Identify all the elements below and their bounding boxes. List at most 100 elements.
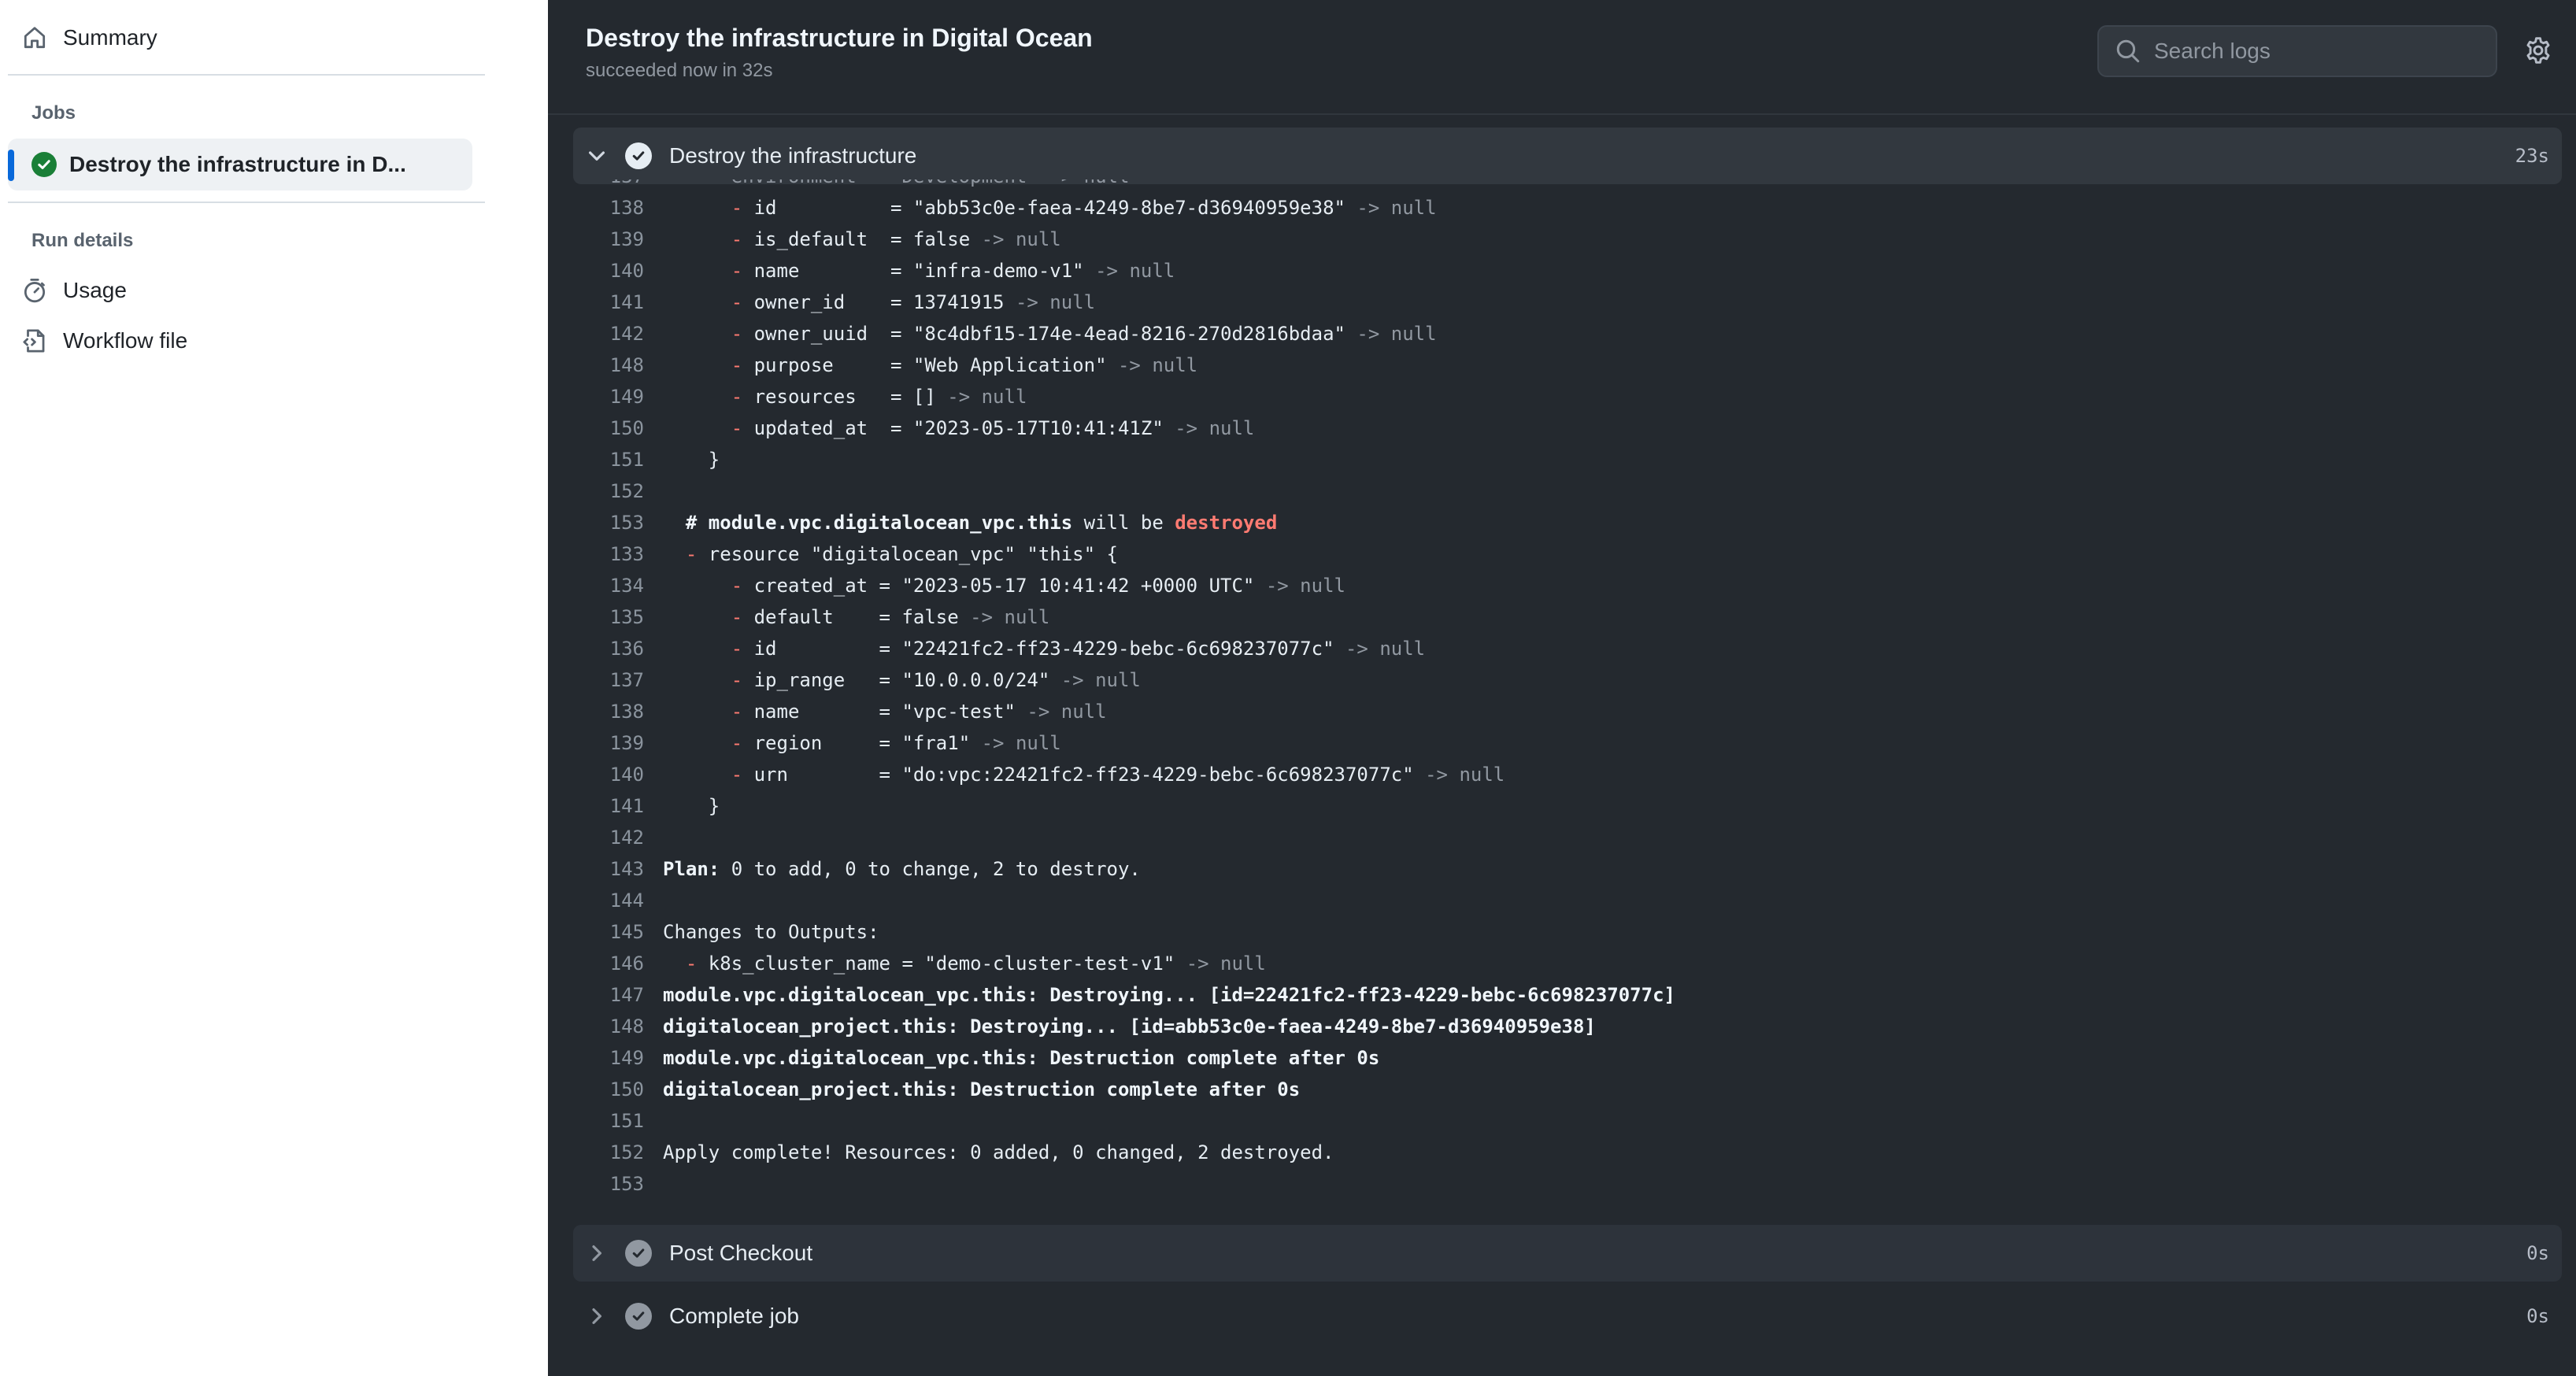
log-line: 153	[573, 1168, 2562, 1200]
log-line: 137 - ip_range = "10.0.0.0/24" -> null	[573, 664, 2562, 696]
line-number[interactable]: 147	[573, 979, 644, 1011]
line-number[interactable]: 138	[573, 192, 644, 224]
log-segment: id = "22421fc2-ff23-4229-bebc-6c69823707…	[742, 638, 1345, 660]
line-number[interactable]: 135	[573, 601, 644, 633]
log-segment: }	[663, 795, 720, 817]
summary-link[interactable]: Summary	[19, 16, 157, 60]
step-post-checkout[interactable]: Post Checkout 0s	[573, 1225, 2562, 1282]
log-text: - name = "vpc-test" -> null	[663, 701, 1107, 723]
log-segment	[663, 228, 731, 250]
log-segment: -> null	[1356, 197, 1437, 219]
line-number[interactable]: 140	[573, 255, 644, 287]
log-line: 148 digitalocean_project.this: Destroying…	[573, 1011, 2562, 1042]
step-complete-job[interactable]: Complete job 0s	[573, 1288, 2562, 1345]
summary-label: Summary	[63, 25, 157, 50]
log-segment: updated_at = "2023-05-17T10:41:41Z"	[742, 417, 1175, 439]
line-number[interactable]: 143	[573, 853, 644, 885]
log-text: - purpose = "Web Application" -> null	[663, 354, 1197, 376]
line-number[interactable]: 137	[573, 179, 644, 192]
log-segment: -	[731, 575, 743, 597]
chevron-right-icon	[592, 1308, 601, 1324]
line-number[interactable]: 142	[573, 822, 644, 853]
line-number[interactable]: 148	[573, 1011, 644, 1042]
log-segment: digitalocean_project.this: Destroying...…	[663, 1015, 1596, 1038]
log-segment: 0 to add, 0 to change, 2 to destroy.	[720, 858, 1141, 880]
log-segment: -	[731, 606, 743, 628]
log-segment: -	[731, 638, 743, 660]
line-number[interactable]: 149	[573, 381, 644, 412]
step-duration: 0s	[2526, 1242, 2549, 1264]
log-segment: environment = "Development" -> null	[663, 179, 1130, 187]
line-number[interactable]: 142	[573, 318, 644, 350]
log-panel: Destroy the infrastructure in Digital Oc…	[548, 0, 2576, 1376]
log-segment: will be	[1072, 512, 1175, 534]
line-number[interactable]: 152	[573, 475, 644, 507]
log-segment: -	[731, 228, 743, 250]
log-text: digitalocean_project.this: Destruction c…	[663, 1078, 1300, 1100]
line-number[interactable]: 153	[573, 507, 644, 538]
header-divider	[548, 113, 2576, 115]
log-segment: -	[731, 701, 743, 723]
log-segment: -> null	[947, 386, 1027, 408]
log-segment: ip_range = "10.0.0.0/24"	[742, 669, 1061, 691]
line-number[interactable]: 145	[573, 916, 644, 948]
log-segment: -> null	[1186, 952, 1266, 975]
log-text: - name = "infra-demo-v1" -> null	[663, 260, 1175, 282]
log-text: module.vpc.digitalocean_vpc.this: Destru…	[663, 1047, 1379, 1069]
line-number[interactable]: 137	[573, 664, 644, 696]
log-segment: -	[731, 764, 743, 786]
chevron-down-icon	[589, 151, 605, 161]
workflow-file-link[interactable]: Workflow file	[19, 319, 187, 363]
line-number[interactable]: 139	[573, 727, 644, 759]
log-text: module.vpc.digitalocean_vpc.this: Destro…	[663, 984, 1675, 1006]
log-segment: name = "vpc-test"	[742, 701, 1027, 723]
usage-link[interactable]: Usage	[19, 268, 127, 313]
log-text: Plan: 0 to add, 0 to change, 2 to destro…	[663, 858, 1141, 880]
log-segment	[663, 701, 731, 723]
line-number[interactable]: 151	[573, 1105, 644, 1137]
log-segment	[663, 575, 731, 597]
line-number[interactable]: 140	[573, 759, 644, 790]
log-segment: -> null	[1117, 354, 1198, 376]
job-item-destroy[interactable]: Destroy the infrastructure in D...	[8, 139, 472, 190]
log-text: - owner_id = 13741915 -> null	[663, 291, 1095, 313]
log-text: digitalocean_project.this: Destroying...…	[663, 1015, 1596, 1038]
log-segment: -	[731, 260, 743, 282]
gear-icon[interactable]	[2524, 36, 2552, 65]
line-number[interactable]: 144	[573, 885, 644, 916]
line-number[interactable]: 139	[573, 224, 644, 255]
log-segment: -> null	[1175, 417, 1255, 439]
line-number[interactable]: 141	[573, 287, 644, 318]
line-number[interactable]: 138	[573, 696, 644, 727]
log-segment: created_at = "2023-05-17 10:41:42 +0000 …	[742, 575, 1266, 597]
line-number[interactable]: 150	[573, 412, 644, 444]
log-segment: owner_id = 13741915	[742, 291, 1016, 313]
log-text: }	[663, 449, 720, 471]
line-number[interactable]: 136	[573, 633, 644, 664]
line-number[interactable]: 133	[573, 538, 644, 570]
log-segment: -	[731, 291, 743, 313]
line-number[interactable]: 152	[573, 1137, 644, 1168]
line-number[interactable]: 148	[573, 350, 644, 381]
log-segment: k8s_cluster_name = "demo-cluster-test-v1…	[697, 952, 1186, 975]
search-logs-input[interactable]: Search logs	[2097, 25, 2497, 77]
log-line: 153 # module.vpc.digitalocean_vpc.this w…	[573, 507, 2562, 538]
log-segment: # module.vpc.digitalocean_vpc.this	[663, 512, 1073, 534]
line-number[interactable]: 134	[573, 570, 644, 601]
log-line: 140 - urn = "do:vpc:22421fc2-ff23-4229-b…	[573, 759, 2562, 790]
line-number[interactable]: 153	[573, 1168, 644, 1200]
log-text: - default = false -> null	[663, 606, 1050, 628]
log-segment	[663, 354, 731, 376]
search-icon	[2116, 39, 2140, 63]
sidebar-divider	[8, 202, 485, 203]
line-number[interactable]: 150	[573, 1074, 644, 1105]
line-number[interactable]: 149	[573, 1042, 644, 1074]
line-number[interactable]: 141	[573, 790, 644, 822]
step-destroy-infrastructure[interactable]: Destroy the infrastructure 23s	[573, 128, 2562, 184]
line-number[interactable]: 146	[573, 948, 644, 979]
log-line: 143 Plan: 0 to add, 0 to change, 2 to des…	[573, 853, 2562, 885]
log-output: 137 environment = "Development" -> null 1…	[573, 179, 2562, 1208]
line-number[interactable]: 151	[573, 444, 644, 475]
stopwatch-icon	[19, 275, 50, 306]
log-segment: digitalocean_project.this: Destruction c…	[663, 1078, 1301, 1100]
